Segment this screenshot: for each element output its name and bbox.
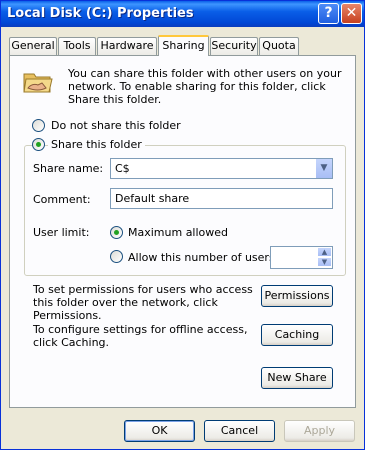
sharing-panel: You can share this folder with other use…	[9, 55, 356, 408]
title-bar[interactable]: Local Disk (C:) Properties ? ✕	[1, 1, 364, 27]
shared-folder-icon	[23, 73, 53, 93]
do-not-share-label[interactable]: Do not share this folder	[51, 119, 181, 132]
do-not-share-radio[interactable]	[32, 119, 45, 132]
share-this-folder-radio[interactable]	[32, 138, 45, 151]
permissions-button[interactable]: Permissions	[261, 285, 333, 307]
apply-button[interactable]: Apply	[284, 420, 355, 442]
caching-button[interactable]: Caching	[261, 324, 333, 346]
chevron-down-icon[interactable]: ▼	[315, 159, 332, 178]
sharing-intro-text: You can share this folder with other use…	[68, 67, 342, 106]
share-name-value: C$	[115, 162, 130, 175]
comment-label: Comment:	[33, 193, 91, 206]
properties-window: Local Disk (C:) Properties ? ✕ General T…	[0, 0, 365, 450]
share-name-label: Share name:	[33, 162, 104, 175]
comment-input[interactable]: Default share	[110, 188, 333, 209]
maximum-allowed-radio[interactable]	[110, 226, 123, 239]
window-title: Local Disk (C:) Properties	[7, 6, 194, 21]
caching-description: To configure settings for offline access…	[33, 323, 248, 349]
spin-up-icon[interactable]: ▲	[317, 247, 332, 257]
help-button[interactable]: ?	[318, 3, 339, 24]
spin-down-icon[interactable]: ▼	[317, 257, 332, 267]
tab-general[interactable]: General	[9, 37, 57, 55]
close-button[interactable]: ✕	[341, 3, 362, 24]
allow-number-label[interactable]: Allow this number of users:	[128, 251, 278, 264]
allow-number-radio[interactable]	[110, 250, 123, 263]
cancel-button[interactable]: Cancel	[204, 420, 275, 442]
new-share-button[interactable]: New Share	[261, 367, 333, 389]
tab-tools[interactable]: Tools	[58, 37, 96, 55]
tab-hardware[interactable]: Hardware	[97, 37, 157, 55]
tab-security[interactable]: Security	[210, 37, 258, 55]
tab-quota[interactable]: Quota	[259, 37, 299, 55]
share-name-combo[interactable]: C$ ▼	[110, 158, 333, 179]
ok-button[interactable]: OK	[124, 420, 195, 442]
maximum-allowed-label[interactable]: Maximum allowed	[128, 226, 228, 239]
share-this-folder-label[interactable]: Share this folder	[48, 138, 145, 151]
permissions-description: To set permissions for users who access …	[33, 283, 253, 322]
user-limit-label: User limit:	[33, 226, 90, 239]
user-count-spinner[interactable]: ▲ ▼	[270, 246, 333, 269]
tab-sharing[interactable]: Sharing	[158, 35, 209, 56]
